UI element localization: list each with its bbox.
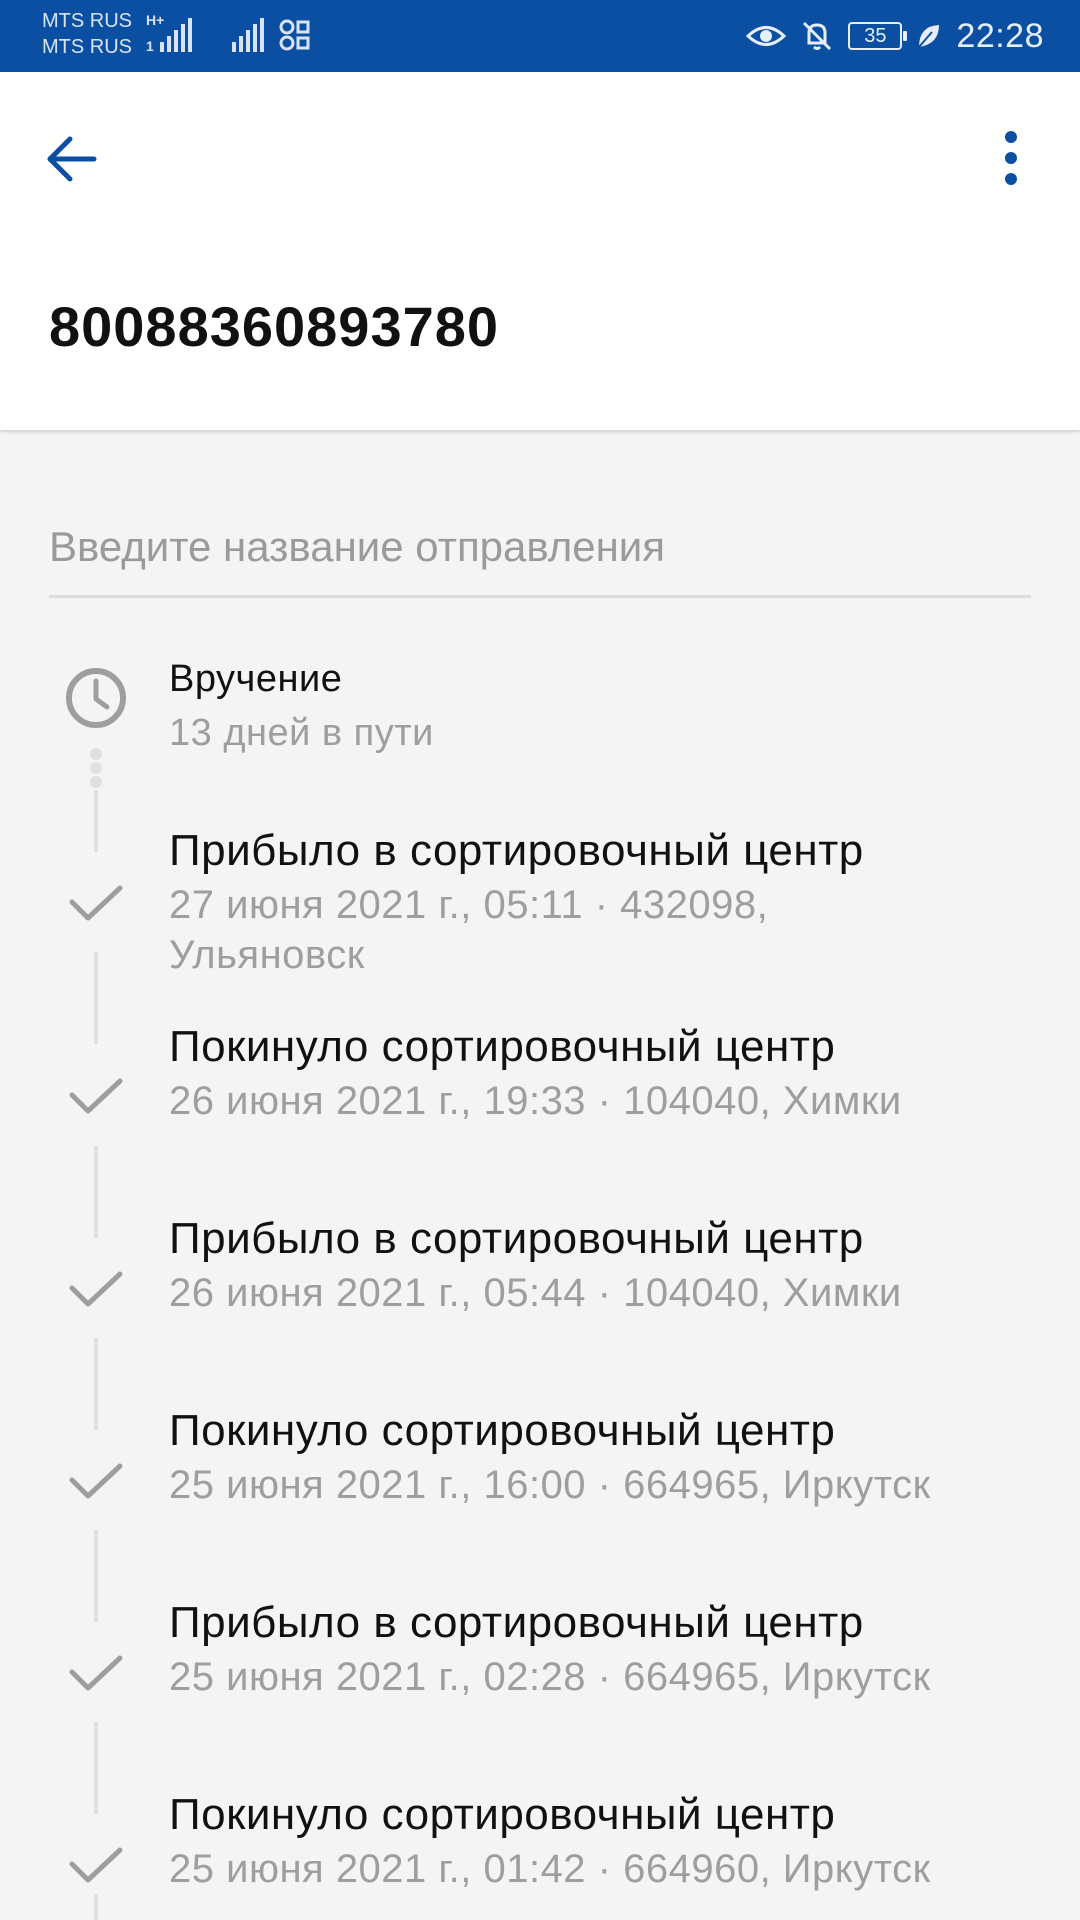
tracking-event: Покинуло сортировочный центр 25 июня 202… bbox=[169, 1786, 1029, 1894]
event-title: Прибыло в сортировочный центр bbox=[169, 1214, 864, 1263]
event-title: Покинуло сортировочный центр bbox=[169, 1022, 836, 1071]
event-detail: 27 июня 2021 г., 05:11 · 432098, Ульянов… bbox=[169, 883, 769, 977]
more-options-button[interactable] bbox=[976, 124, 1046, 194]
back-button[interactable] bbox=[38, 124, 108, 194]
event-detail: 25 июня 2021 г., 01:42 · 664960, Иркутск bbox=[169, 1847, 931, 1891]
check-icon bbox=[69, 1655, 123, 1691]
carrier-1-label: MTS RUS bbox=[42, 10, 132, 32]
delivery-subtitle: 13 дней в пути bbox=[169, 712, 434, 754]
status-right-group: 35 22:28 bbox=[746, 0, 1044, 72]
signal-strength-2-icon bbox=[232, 18, 264, 52]
network-type-2: 1 bbox=[146, 38, 154, 54]
event-title: Покинуло сортировочный центр bbox=[169, 1790, 836, 1839]
tracking-event: Прибыло в сортировочный центр 27 июня 20… bbox=[169, 822, 1029, 980]
delivery-row: Вручение 13 дней в пути bbox=[169, 652, 1029, 760]
timeline-segment bbox=[94, 1722, 98, 1814]
tracking-number-title: 80088360893780 bbox=[49, 295, 500, 358]
carrier-labels: MTS RUS MTS RUS bbox=[42, 8, 132, 60]
eye-comfort-icon bbox=[746, 26, 787, 46]
event-title: Покинуло сортировочный центр bbox=[169, 1406, 836, 1455]
screen: MTS RUS MTS RUS H+ 1 35 22:28 8008836089… bbox=[0, 0, 1080, 1920]
clock-time: 22:28 bbox=[956, 16, 1044, 55]
event-detail: 26 июня 2021 г., 19:33 · 104040, Химки bbox=[169, 1079, 902, 1123]
power-saving-leaf-icon bbox=[918, 25, 940, 48]
check-icon bbox=[69, 1078, 123, 1114]
app-header: 80088360893780 bbox=[0, 72, 1080, 430]
timeline-dot bbox=[90, 748, 102, 760]
carrier-2-label: MTS RUS bbox=[42, 36, 132, 58]
check-icon bbox=[69, 1847, 123, 1883]
event-detail: 25 июня 2021 г., 16:00 · 664965, Иркутск bbox=[169, 1463, 931, 1507]
event-detail: 26 июня 2021 г., 05:44 · 104040, Химки bbox=[169, 1271, 902, 1315]
signal-strength-1-icon bbox=[160, 18, 192, 52]
timeline-segment bbox=[94, 952, 98, 1044]
timeline-segment bbox=[94, 1894, 98, 1920]
check-icon bbox=[69, 885, 123, 921]
timeline-dot bbox=[90, 776, 102, 788]
tracking-event: Прибыло в сортировочный центр 26 июня 20… bbox=[169, 1210, 1029, 1318]
timeline-segment bbox=[94, 1338, 98, 1430]
delivery-title: Вручение bbox=[169, 658, 343, 700]
check-icon bbox=[69, 1271, 123, 1307]
more-vertical-icon bbox=[1005, 131, 1017, 185]
tracking-event: Покинуло сортировочный центр 26 июня 202… bbox=[169, 1018, 1029, 1126]
arrow-left-icon bbox=[47, 136, 97, 182]
tracking-event: Прибыло в сортировочный центр 25 июня 20… bbox=[169, 1594, 1029, 1702]
timeline-dot bbox=[90, 762, 102, 774]
check-icon bbox=[69, 1463, 123, 1499]
tracking-event: Покинуло сортировочный центр 25 июня 202… bbox=[169, 1402, 1029, 1510]
shipment-name-input[interactable] bbox=[49, 498, 1031, 598]
clock-icon bbox=[66, 668, 126, 728]
event-title: Прибыло в сортировочный центр bbox=[169, 1598, 864, 1647]
timeline-segment bbox=[94, 790, 98, 852]
data-usage-icon bbox=[279, 19, 310, 51]
status-bar: MTS RUS MTS RUS H+ 1 35 22:28 bbox=[0, 0, 1080, 72]
notifications-off-icon bbox=[803, 21, 832, 51]
event-title: Прибыло в сортировочный центр bbox=[169, 826, 864, 875]
battery-icon: 35 bbox=[848, 22, 908, 50]
timeline-segment bbox=[94, 1146, 98, 1238]
event-detail: 25 июня 2021 г., 02:28 · 664965, Иркутск bbox=[169, 1655, 931, 1699]
timeline-segment bbox=[94, 1530, 98, 1622]
